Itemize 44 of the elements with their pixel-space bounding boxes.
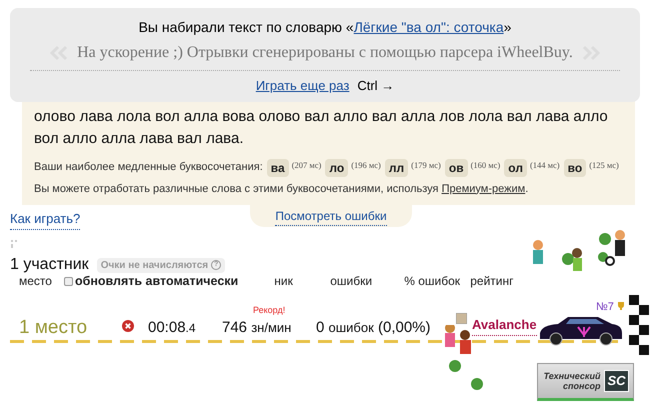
auto-update-label: обновлять автоматически (74, 273, 238, 290)
participant-count: 1 участник (10, 255, 89, 275)
premium-link[interactable]: Премиум-режим (442, 182, 526, 194)
letter-combo-tag: ло (325, 158, 348, 176)
letter-combo-tag: ов (444, 158, 468, 176)
column-header: рейтинг (470, 273, 514, 290)
race-time: 00:08.4 (148, 318, 196, 338)
drag-handle-icon (11, 240, 19, 248)
letter-combo-tag: ол (504, 158, 527, 176)
summary-text: Вы набирали текст по словарю «Лёгкие "ва ол": соточка» (138, 18, 512, 37)
typed-text: олово лава лола вол алла вова олово вал алло вал алла лов лола вал лава алло вол алло алла лава вал лава. (34, 106, 609, 148)
slow-combos-label: Ваши наиболее медленные буквосочетания: (34, 160, 263, 176)
typing-speed: 746 зн/мин (222, 318, 292, 338)
dictionary-description: На ускорение ;) Отрывки сгенерированы с помощью парсера iWheelBuy. (77, 43, 573, 63)
column-header: ошибки (330, 273, 374, 290)
dictionary-link[interactable]: Лёгкие "ва ол": соточка (354, 19, 504, 35)
column-header: место (19, 273, 52, 290)
combo-time: (125 мс) (589, 158, 619, 172)
sponsor-label: Технический спонсор (542, 371, 600, 391)
letter-combo-tag: ва (266, 158, 289, 176)
view-errors-tab[interactable]: Посмотреть ошибки (250, 205, 412, 227)
trophy-icon (617, 302, 625, 311)
combo-time: (196 мс) (351, 158, 381, 172)
shortcut-hint: Ctrl → (357, 77, 394, 95)
error-count: 0 ошибок (0,00%) (316, 318, 431, 338)
play-again-link[interactable]: Играть еще раз (256, 76, 350, 96)
player-nick-link[interactable]: Avalanche (472, 315, 537, 336)
car-number: №7 (596, 300, 614, 315)
sponsor-logo: SC (604, 370, 629, 392)
place-label: 1 место (19, 316, 88, 340)
remove-icon[interactable] (122, 320, 134, 332)
auto-update-checkbox[interactable] (64, 276, 73, 286)
combo-time: (179 мс) (411, 158, 441, 172)
avatar-icon (456, 313, 467, 324)
combo-time: (144 мс) (530, 158, 560, 172)
column-header: % ошибок (404, 273, 462, 290)
letter-combo-tag: лл (384, 158, 408, 176)
record-label: Рекорд! (253, 304, 286, 317)
column-header: ник (274, 273, 294, 290)
combo-time: (160 мс) (470, 158, 500, 172)
how-to-play-link[interactable]: Как играть? (10, 209, 80, 230)
letter-combo-tag: во (564, 158, 586, 176)
combo-time: (207 мс) (292, 158, 322, 172)
practice-text: Вы можете отработать различные слова с этими буквосочетаниями, используя Премиум-режим. (34, 182, 530, 196)
